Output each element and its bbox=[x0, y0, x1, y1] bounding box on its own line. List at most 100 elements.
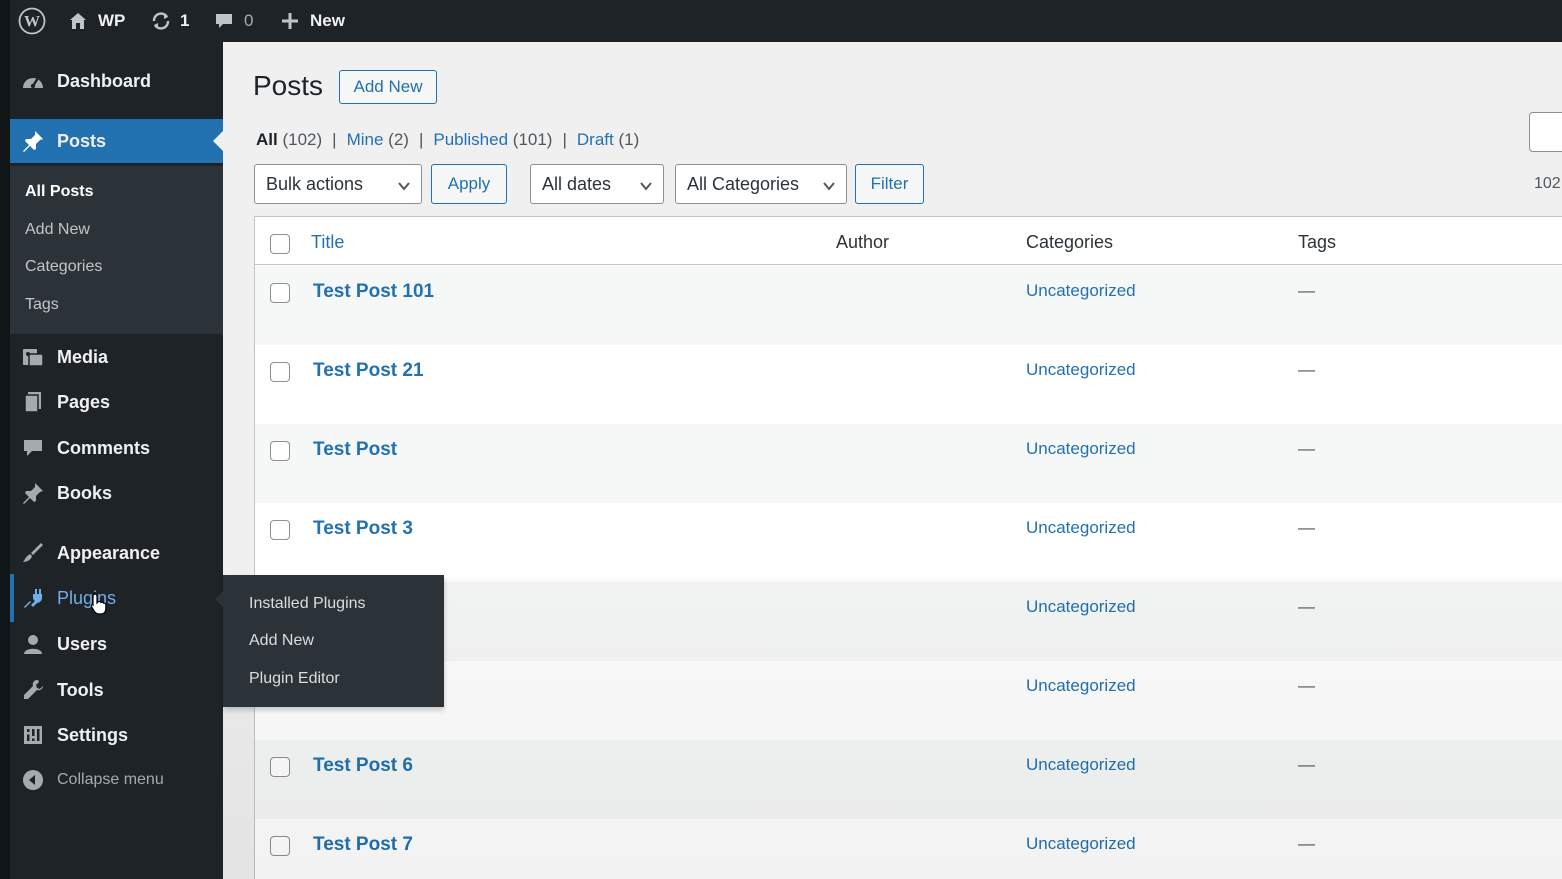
submenu-categories[interactable]: Categories bbox=[25, 258, 102, 276]
sidebar-item-plugins[interactable]: Plugins bbox=[10, 576, 223, 620]
submenu-add-new[interactable]: Add New bbox=[25, 221, 90, 239]
flyout-add-new[interactable]: Add New bbox=[249, 632, 314, 650]
chevron-down-icon bbox=[639, 177, 653, 198]
mouse-pointer-icon bbox=[90, 592, 108, 621]
post-tags: — bbox=[1298, 597, 1315, 616]
post-title-link[interactable]: Test Post 21 bbox=[313, 360, 424, 382]
comments-link[interactable]: 0 bbox=[214, 0, 253, 42]
site-name: WP bbox=[98, 11, 126, 30]
post-category-link[interactable]: Uncategorized bbox=[1026, 518, 1136, 538]
collapse-menu-button[interactable]: Collapse menu bbox=[10, 758, 223, 802]
comment-icon bbox=[214, 11, 234, 31]
categories-filter-select[interactable]: All Categories bbox=[675, 164, 847, 204]
sidebar-item-media[interactable]: Media bbox=[10, 335, 223, 379]
post-tags: — bbox=[1298, 360, 1315, 379]
sidebar-item-posts[interactable]: Posts bbox=[10, 119, 223, 163]
view-draft[interactable]: Draft (1) bbox=[577, 130, 639, 150]
sidebar-item-appearance[interactable]: Appearance bbox=[10, 531, 223, 575]
column-tags: Tags bbox=[1298, 232, 1337, 252]
table-row: Test Post 21 Uncategorized — bbox=[255, 345, 1562, 424]
row-checkbox[interactable] bbox=[270, 283, 290, 303]
wrench-icon bbox=[20, 677, 46, 703]
admin-sidebar: Dashboard Posts All Posts Add New Catego… bbox=[10, 42, 223, 879]
post-category-link[interactable]: Uncategorized bbox=[1026, 834, 1136, 854]
select-all-checkbox[interactable] bbox=[270, 234, 290, 254]
sidebar-item-dashboard[interactable]: Dashboard bbox=[10, 59, 223, 103]
post-title-link[interactable]: Test Post 101 bbox=[313, 281, 434, 303]
post-status-views: All (102) | Mine (2) | Published (101) |… bbox=[256, 130, 639, 150]
row-checkbox[interactable] bbox=[270, 441, 290, 461]
bulk-actions-value: Bulk actions bbox=[266, 173, 364, 194]
media-icon bbox=[20, 344, 46, 370]
post-category-link[interactable]: Uncategorized bbox=[1026, 755, 1136, 775]
flyout-installed-plugins[interactable]: Installed Plugins bbox=[249, 595, 366, 613]
post-tags: — bbox=[1298, 676, 1315, 695]
post-title-link[interactable]: Test Post bbox=[313, 439, 397, 461]
new-content-link[interactable]: New bbox=[280, 0, 345, 42]
plus-icon bbox=[280, 11, 300, 31]
sidebar-item-comments[interactable]: Comments bbox=[10, 426, 223, 470]
svg-text:W: W bbox=[24, 14, 40, 31]
apply-button[interactable]: Apply bbox=[431, 164, 507, 204]
submenu-tags[interactable]: Tags bbox=[25, 296, 59, 314]
table-row: Test Post 6 Uncategorized — bbox=[255, 740, 1562, 819]
filter-button[interactable]: Filter bbox=[855, 164, 924, 204]
post-title-link[interactable]: Test Post 7 bbox=[313, 834, 413, 856]
post-category-link[interactable]: Uncategorized bbox=[1026, 597, 1136, 617]
post-tags: — bbox=[1298, 439, 1315, 458]
column-title[interactable]: Title bbox=[311, 232, 344, 253]
dates-filter-select[interactable]: All dates bbox=[530, 164, 664, 204]
pushpin-icon bbox=[20, 128, 46, 154]
submenu-all-posts[interactable]: All Posts bbox=[25, 183, 93, 201]
flyout-plugin-editor[interactable]: Plugin Editor bbox=[249, 670, 340, 688]
add-new-post-button[interactable]: Add New bbox=[339, 70, 437, 104]
user-icon bbox=[20, 631, 46, 657]
view-published[interactable]: Published (101) bbox=[433, 130, 552, 150]
window-edge bbox=[0, 0, 10, 879]
page-title: Posts bbox=[253, 70, 324, 101]
categories-filter-value: All Categories bbox=[687, 173, 800, 194]
bulk-actions-select[interactable]: Bulk actions bbox=[254, 164, 422, 204]
post-category-link[interactable]: Uncategorized bbox=[1026, 676, 1136, 696]
paintbrush-icon bbox=[20, 540, 46, 566]
sidebar-item-label: Tools bbox=[57, 679, 104, 700]
wordpress-logo-icon[interactable]: W bbox=[18, 0, 46, 42]
pushpin-icon bbox=[20, 480, 46, 506]
post-title-link[interactable]: Test Post 6 bbox=[313, 755, 413, 777]
view-separator: | bbox=[418, 130, 424, 149]
sidebar-item-users[interactable]: Users bbox=[10, 622, 223, 666]
sidebar-item-pages[interactable]: Pages bbox=[10, 380, 223, 424]
new-label: New bbox=[310, 11, 345, 30]
view-separator: | bbox=[562, 130, 567, 149]
view-mine[interactable]: Mine (2) bbox=[347, 130, 409, 150]
column-categories: Categories bbox=[1026, 232, 1114, 252]
row-checkbox[interactable] bbox=[270, 362, 290, 382]
table-row: Test Post Uncategorized — bbox=[255, 424, 1562, 503]
collapse-arrow-icon bbox=[20, 767, 46, 793]
post-category-link[interactable]: Uncategorized bbox=[1026, 281, 1136, 301]
plugins-flyout-menu: Installed Plugins Add New Plugin Editor bbox=[215, 575, 444, 707]
updates-link[interactable]: 1 bbox=[150, 0, 189, 42]
sidebar-item-label: Media bbox=[57, 346, 109, 367]
post-category-link[interactable]: Uncategorized bbox=[1026, 360, 1136, 380]
site-name-link[interactable]: WP bbox=[68, 0, 125, 42]
dashboard-icon bbox=[20, 68, 46, 94]
row-checkbox[interactable] bbox=[270, 757, 290, 777]
admin-bar: W WP 1 0 New bbox=[0, 0, 1562, 42]
post-title-link[interactable]: Test Post 3 bbox=[313, 518, 413, 540]
sidebar-item-tools[interactable]: Tools bbox=[10, 668, 223, 712]
view-all[interactable]: All (102) bbox=[256, 130, 322, 150]
row-checkbox[interactable] bbox=[270, 520, 290, 540]
table-row: Test Post 3 Uncategorized — bbox=[255, 503, 1562, 582]
post-category-link[interactable]: Uncategorized bbox=[1026, 439, 1136, 459]
chevron-down-icon bbox=[397, 177, 411, 198]
view-separator: | bbox=[332, 130, 337, 149]
post-tags: — bbox=[1298, 281, 1315, 300]
sidebar-item-label: Appearance bbox=[57, 542, 161, 563]
search-posts-input[interactable] bbox=[1529, 112, 1562, 152]
row-checkbox[interactable] bbox=[270, 836, 290, 856]
sidebar-item-books[interactable]: Books bbox=[10, 471, 223, 515]
sidebar-item-settings[interactable]: Settings bbox=[10, 713, 223, 757]
plugin-icon bbox=[20, 585, 46, 611]
sidebar-item-label: Pages bbox=[57, 391, 111, 412]
